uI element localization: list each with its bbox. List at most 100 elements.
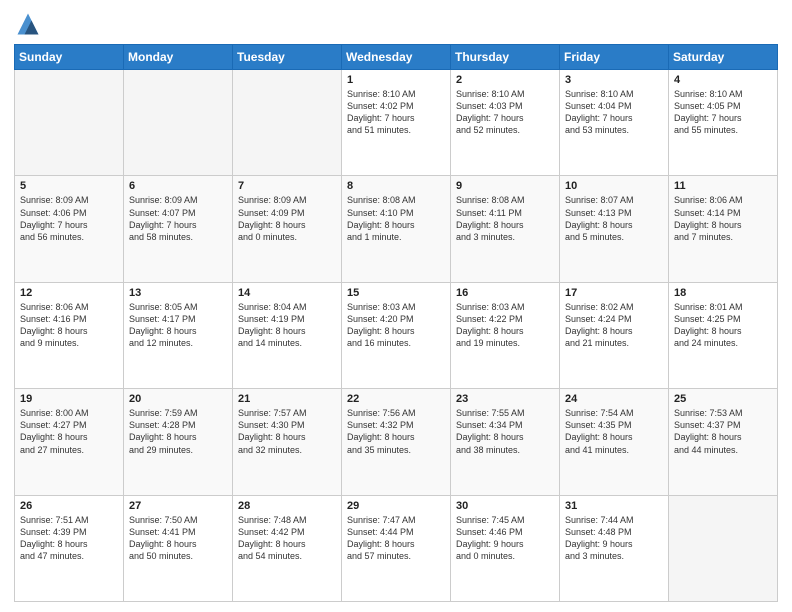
day-info: Sunrise: 8:05 AM Sunset: 4:17 PM Dayligh… <box>129 301 227 350</box>
day-number: 28 <box>238 500 336 512</box>
day-cell: 19Sunrise: 8:00 AM Sunset: 4:27 PM Dayli… <box>15 389 124 495</box>
day-cell: 1Sunrise: 8:10 AM Sunset: 4:02 PM Daylig… <box>342 70 451 176</box>
day-cell: 10 Sunrise: 8:07 AM Sunset: 4:13 PM Dayli… <box>560 176 669 282</box>
day-number: 14 <box>238 287 336 299</box>
day-cell: 5 Sunrise: 8:09 AM Sunset: 4:06 PM Daylig… <box>15 176 124 282</box>
day-cell <box>15 70 124 176</box>
day-cell: 8Sunrise: 8:08 AM Sunset: 4:10 PM Daylig… <box>342 176 451 282</box>
day-info: Sunrise: 7:54 AM Sunset: 4:35 PM Dayligh… <box>565 407 663 456</box>
day-cell: 12 Sunrise: 8:06 AM Sunset: 4:16 PM Dayli… <box>15 282 124 388</box>
logo <box>14 10 46 38</box>
day-cell <box>233 70 342 176</box>
day-info: Sunrise: 8:00 AM Sunset: 4:27 PM Dayligh… <box>20 407 118 456</box>
day-info: Sunrise: 8:02 AM Sunset: 4:24 PM Dayligh… <box>565 301 663 350</box>
day-info: Sunrise: 7:45 AM Sunset: 4:46 PM Dayligh… <box>456 514 554 563</box>
day-cell: 9 Sunrise: 8:08 AM Sunset: 4:11 PM Daylig… <box>451 176 560 282</box>
day-number: 11 <box>674 180 772 192</box>
day-number: 21 <box>238 393 336 405</box>
day-cell: 23 Sunrise: 7:55 AM Sunset: 4:34 PM Dayli… <box>451 389 560 495</box>
day-cell: 17 Sunrise: 8:02 AM Sunset: 4:24 PM Dayli… <box>560 282 669 388</box>
week-row-4: 19Sunrise: 8:00 AM Sunset: 4:27 PM Dayli… <box>15 389 778 495</box>
day-info: Sunrise: 8:06 AM Sunset: 4:16 PM Dayligh… <box>20 301 118 350</box>
day-info: Sunrise: 7:48 AM Sunset: 4:42 PM Dayligh… <box>238 514 336 563</box>
day-cell: 28 Sunrise: 7:48 AM Sunset: 4:42 PM Dayli… <box>233 495 342 601</box>
day-cell <box>669 495 778 601</box>
day-number: 9 <box>456 180 554 192</box>
day-info: Sunrise: 8:07 AM Sunset: 4:13 PM Dayligh… <box>565 194 663 243</box>
day-info: Sunrise: 7:51 AM Sunset: 4:39 PM Dayligh… <box>20 514 118 563</box>
day-cell: 7Sunrise: 8:09 AM Sunset: 4:09 PM Daylig… <box>233 176 342 282</box>
day-info: Sunrise: 8:01 AM Sunset: 4:25 PM Dayligh… <box>674 301 772 350</box>
day-number: 6 <box>129 180 227 192</box>
day-cell: 26 Sunrise: 7:51 AM Sunset: 4:39 PM Dayli… <box>15 495 124 601</box>
logo-icon <box>14 10 42 38</box>
day-info: Sunrise: 7:44 AM Sunset: 4:48 PM Dayligh… <box>565 514 663 563</box>
day-cell: 29Sunrise: 7:47 AM Sunset: 4:44 PM Dayli… <box>342 495 451 601</box>
day-number: 18 <box>674 287 772 299</box>
day-number: 10 <box>565 180 663 192</box>
day-info: Sunrise: 7:53 AM Sunset: 4:37 PM Dayligh… <box>674 407 772 456</box>
day-cell: 30 Sunrise: 7:45 AM Sunset: 4:46 PM Dayli… <box>451 495 560 601</box>
day-number: 25 <box>674 393 772 405</box>
day-cell: 14 Sunrise: 8:04 AM Sunset: 4:19 PM Dayli… <box>233 282 342 388</box>
weekday-header-tuesday: Tuesday <box>233 45 342 70</box>
day-info: Sunrise: 7:59 AM Sunset: 4:28 PM Dayligh… <box>129 407 227 456</box>
day-info: Sunrise: 8:06 AM Sunset: 4:14 PM Dayligh… <box>674 194 772 243</box>
day-number: 4 <box>674 74 772 86</box>
day-number: 31 <box>565 500 663 512</box>
day-info: Sunrise: 8:10 AM Sunset: 4:05 PM Dayligh… <box>674 88 772 137</box>
day-number: 17 <box>565 287 663 299</box>
week-row-5: 26 Sunrise: 7:51 AM Sunset: 4:39 PM Dayli… <box>15 495 778 601</box>
day-cell: 27 Sunrise: 7:50 AM Sunset: 4:41 PM Dayli… <box>124 495 233 601</box>
weekday-header-wednesday: Wednesday <box>342 45 451 70</box>
day-info: Sunrise: 7:50 AM Sunset: 4:41 PM Dayligh… <box>129 514 227 563</box>
day-info: Sunrise: 8:08 AM Sunset: 4:11 PM Dayligh… <box>456 194 554 243</box>
day-info: Sunrise: 8:09 AM Sunset: 4:09 PM Dayligh… <box>238 194 336 243</box>
page: SundayMondayTuesdayWednesdayThursdayFrid… <box>0 0 792 612</box>
week-row-1: 1Sunrise: 8:10 AM Sunset: 4:02 PM Daylig… <box>15 70 778 176</box>
day-info: Sunrise: 8:04 AM Sunset: 4:19 PM Dayligh… <box>238 301 336 350</box>
day-cell: 20Sunrise: 7:59 AM Sunset: 4:28 PM Dayli… <box>124 389 233 495</box>
header <box>14 10 778 38</box>
day-number: 16 <box>456 287 554 299</box>
day-number: 24 <box>565 393 663 405</box>
day-cell: 21 Sunrise: 7:57 AM Sunset: 4:30 PM Dayli… <box>233 389 342 495</box>
day-number: 13 <box>129 287 227 299</box>
day-info: Sunrise: 8:09 AM Sunset: 4:07 PM Dayligh… <box>129 194 227 243</box>
week-row-2: 5 Sunrise: 8:09 AM Sunset: 4:06 PM Daylig… <box>15 176 778 282</box>
day-info: Sunrise: 7:55 AM Sunset: 4:34 PM Dayligh… <box>456 407 554 456</box>
day-cell: 4 Sunrise: 8:10 AM Sunset: 4:05 PM Daylig… <box>669 70 778 176</box>
day-cell: 22 Sunrise: 7:56 AM Sunset: 4:32 PM Dayli… <box>342 389 451 495</box>
weekday-header-row: SundayMondayTuesdayWednesdayThursdayFrid… <box>15 45 778 70</box>
day-cell: 25 Sunrise: 7:53 AM Sunset: 4:37 PM Dayli… <box>669 389 778 495</box>
day-cell: 11 Sunrise: 8:06 AM Sunset: 4:14 PM Dayli… <box>669 176 778 282</box>
day-info: Sunrise: 7:47 AM Sunset: 4:44 PM Dayligh… <box>347 514 445 563</box>
day-number: 27 <box>129 500 227 512</box>
day-number: 1 <box>347 74 445 86</box>
day-info: Sunrise: 8:08 AM Sunset: 4:10 PM Dayligh… <box>347 194 445 243</box>
day-cell: 24 Sunrise: 7:54 AM Sunset: 4:35 PM Dayli… <box>560 389 669 495</box>
day-info: Sunrise: 8:10 AM Sunset: 4:04 PM Dayligh… <box>565 88 663 137</box>
weekday-header-saturday: Saturday <box>669 45 778 70</box>
day-number: 26 <box>20 500 118 512</box>
day-cell: 18 Sunrise: 8:01 AM Sunset: 4:25 PM Dayli… <box>669 282 778 388</box>
day-number: 2 <box>456 74 554 86</box>
day-cell: 6 Sunrise: 8:09 AM Sunset: 4:07 PM Daylig… <box>124 176 233 282</box>
calendar-table: SundayMondayTuesdayWednesdayThursdayFrid… <box>14 44 778 602</box>
day-number: 12 <box>20 287 118 299</box>
day-cell <box>124 70 233 176</box>
day-info: Sunrise: 8:09 AM Sunset: 4:06 PM Dayligh… <box>20 194 118 243</box>
day-number: 30 <box>456 500 554 512</box>
day-number: 22 <box>347 393 445 405</box>
day-cell: 13 Sunrise: 8:05 AM Sunset: 4:17 PM Dayli… <box>124 282 233 388</box>
day-info: Sunrise: 8:10 AM Sunset: 4:03 PM Dayligh… <box>456 88 554 137</box>
week-row-3: 12 Sunrise: 8:06 AM Sunset: 4:16 PM Dayli… <box>15 282 778 388</box>
day-cell: 2 Sunrise: 8:10 AM Sunset: 4:03 PM Daylig… <box>451 70 560 176</box>
day-info: Sunrise: 7:56 AM Sunset: 4:32 PM Dayligh… <box>347 407 445 456</box>
day-info: Sunrise: 7:57 AM Sunset: 4:30 PM Dayligh… <box>238 407 336 456</box>
weekday-header-sunday: Sunday <box>15 45 124 70</box>
day-number: 23 <box>456 393 554 405</box>
day-number: 5 <box>20 180 118 192</box>
day-cell: 15Sunrise: 8:03 AM Sunset: 4:20 PM Dayli… <box>342 282 451 388</box>
weekday-header-thursday: Thursday <box>451 45 560 70</box>
